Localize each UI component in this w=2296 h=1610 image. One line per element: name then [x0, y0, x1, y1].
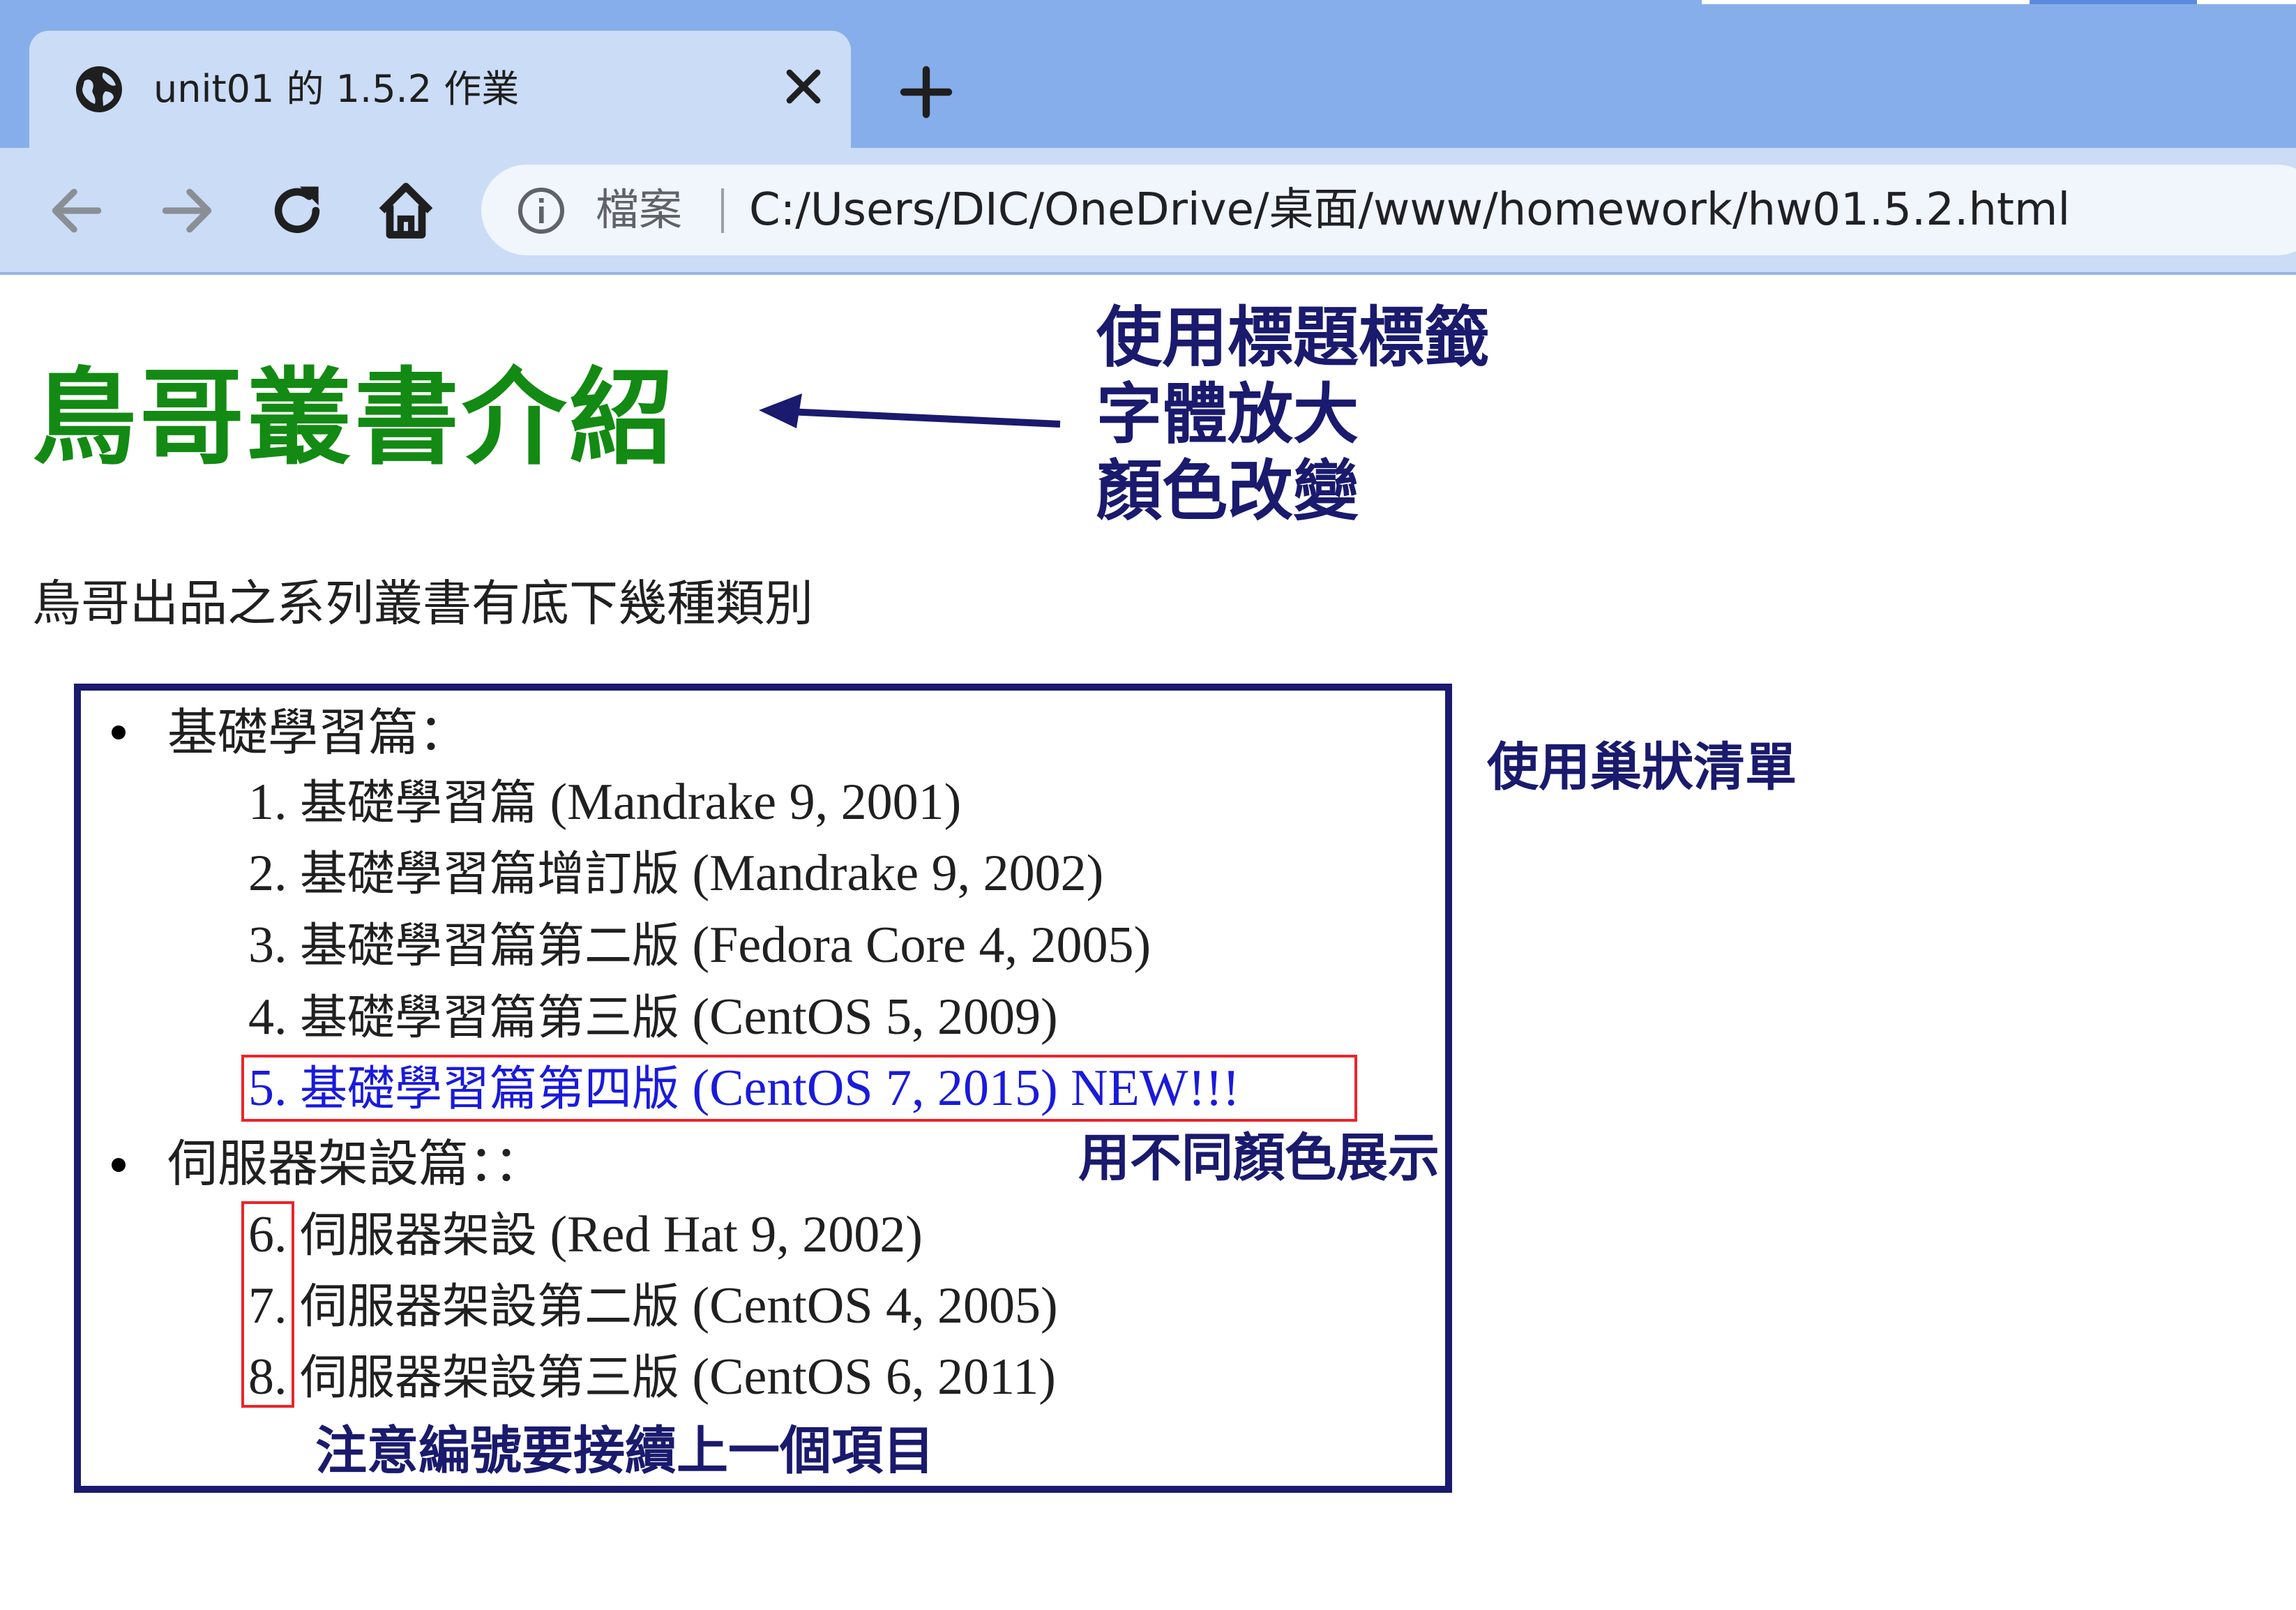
list-item: 1. 基礎學習篇 (Mandrake 9, 2001) [248, 767, 961, 838]
globe-icon [76, 66, 122, 112]
numbering-annotation: 注意編號要接續上一個項目 [315, 1421, 935, 1481]
tab-title: unit01 的 1.5.2 作業 [153, 67, 520, 111]
list-item-title: 基礎學習篇增訂版 [300, 847, 680, 902]
arrow-icon [759, 393, 1061, 428]
list-item: 8. 伺服器架設第三版 (CentOS 6, 2011) [248, 1342, 1056, 1413]
list-item-detail: (Red Hat 9, 2002) [537, 1206, 923, 1263]
back-icon[interactable] [45, 179, 109, 243]
address-url[interactable]: C:/Users/DIC/OneDrive/桌面/www/homework/hw… [749, 179, 2070, 241]
list-item-title: 伺服器架設 [300, 1208, 538, 1263]
info-icon[interactable] [516, 186, 566, 236]
list-item-number: 3. [248, 917, 287, 974]
list-item-number: 4. [248, 988, 287, 1046]
list-group-label: 伺服器架設篇：： [167, 1134, 545, 1193]
list-item: 3. 基礎學習篇第二版 (Fedora Core 4, 2005) [248, 910, 1151, 981]
list-item-detail: (CentOS 5, 2009) [679, 988, 1058, 1046]
list-item-detail: (Mandrake 9, 2002) [679, 845, 1104, 902]
list-item: 4. 基礎學習篇第三版 (CentOS 5, 2009) [248, 982, 1058, 1053]
close-icon[interactable] [776, 59, 831, 114]
window-edge [1702, 0, 2296, 4]
browser-tab[interactable]: unit01 的 1.5.2 作業 [29, 31, 851, 148]
window-edge-accent [2030, 0, 2197, 4]
list-bullet [112, 1158, 126, 1172]
tab-strip: unit01 的 1.5.2 作業 [0, 0, 2296, 148]
list-item-title: 基礎學習篇第三版 [300, 991, 680, 1046]
new-tab-icon[interactable] [893, 59, 960, 126]
screenshot: unit01 的 1.5.2 作業 檔案 C:/Users/DIC/OneDri… [0, 0, 2296, 1610]
list-item-number: 1. [248, 774, 287, 831]
forward-icon[interactable] [155, 179, 219, 243]
address-scheme-label: 檔案 [596, 184, 683, 235]
page-heading: 鳥哥叢書介紹 [32, 358, 677, 479]
list-item-detail: (Mandrake 9, 2001) [537, 774, 962, 831]
list-item-detail: (CentOS 4, 2005) [679, 1277, 1058, 1334]
address-separator [721, 188, 724, 233]
list-item: 6. 伺服器架設 (Red Hat 9, 2002) [248, 1200, 923, 1271]
heading-annotation-line: 使用標題標籤 [1096, 300, 1490, 376]
list-item-detail: (Fedora Core 4, 2005) [679, 917, 1151, 974]
list-group-label: 基礎學習篇： [167, 703, 469, 762]
list-item: 7. 伺服器架設第二版 (CentOS 4, 2005) [248, 1271, 1058, 1342]
list-item-number: 2. [248, 845, 287, 902]
intro-paragraph: 鳥哥出品之系列叢書有底下幾種類別 [32, 575, 813, 632]
browser-toolbar: 檔案 C:/Users/DIC/OneDrive/桌面/www/homework… [0, 148, 2296, 275]
list-item-title: 伺服器架設第三版 [300, 1351, 680, 1406]
list-item-title: 伺服器架設第二版 [300, 1279, 680, 1334]
address-bar[interactable]: 檔案 C:/Users/DIC/OneDrive/桌面/www/homework… [481, 165, 2296, 255]
numbering-highlight [241, 1201, 294, 1408]
list-item-detail: (CentOS 6, 2011) [679, 1348, 1056, 1406]
reload-icon[interactable] [265, 179, 329, 243]
heading-annotation-line: 顏色改變 [1096, 453, 1359, 529]
heading-annotation: 使用標題標籤 字體放大 顏色改變 [1096, 300, 1490, 530]
home-icon[interactable] [374, 179, 438, 243]
list-item-title: 基礎學習篇第二版 [300, 919, 680, 974]
list-item-title: 基礎學習篇 [300, 776, 538, 831]
list-bullet [112, 725, 126, 739]
color-annotation: 用不同顏色展示 [1078, 1128, 1440, 1188]
nested-list-annotation: 使用巢狀清單 [1487, 737, 1797, 797]
new-item-highlight [241, 1055, 1357, 1122]
heading-annotation-line: 字體放大 [1096, 377, 1359, 453]
list-item: 2. 基礎學習篇增訂版 (Mandrake 9, 2002) [248, 838, 1103, 910]
